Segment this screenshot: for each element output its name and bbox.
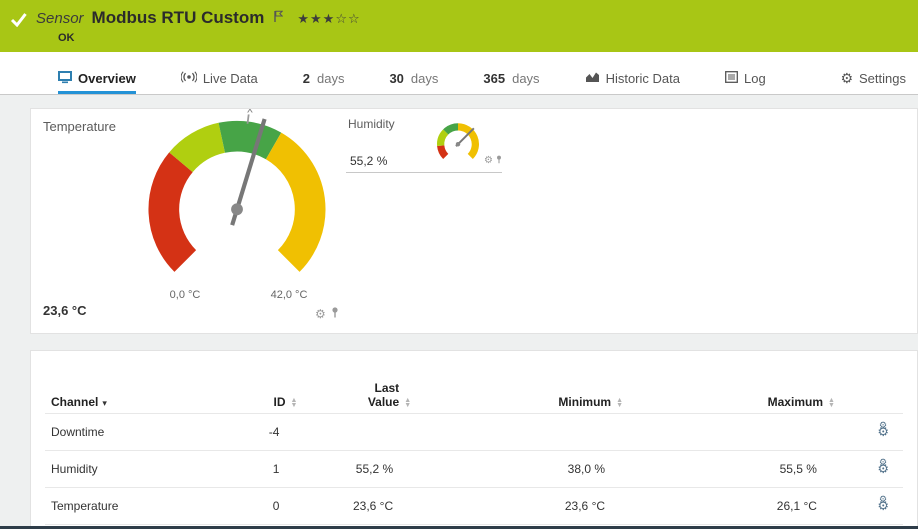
channel-last-value <box>303 413 418 451</box>
tab-label-number: 365 <box>483 71 506 86</box>
tab-live-data[interactable]: Live Data <box>180 52 258 94</box>
tab-label-word: days <box>512 71 540 86</box>
tab-label: Log <box>743 71 766 86</box>
channel-settings-icon[interactable]: ⚙ ⚙ <box>869 457 889 477</box>
column-header-actions <box>841 377 903 414</box>
table-row: Humidity 1 55,2 % 38,0 % 55,5 % ⚙ ⚙ <box>45 450 903 488</box>
flag-icon[interactable] <box>274 9 284 27</box>
channel-last-value: 23,6 °C <box>303 487 418 525</box>
tab-label-number: 30 <box>389 71 404 86</box>
temperature-gauge-settings-icon[interactable]: ⚙ <box>315 307 326 321</box>
column-header-id[interactable]: ID ▲ ▼ <box>221 377 304 414</box>
humidity-gauge-pin-icon[interactable] <box>496 151 502 169</box>
temperature-gauge-pin-icon[interactable] <box>331 307 339 321</box>
tab-label-word: days <box>410 71 439 86</box>
sort-caret-icon: ▾ <box>102 398 107 408</box>
tab-30-days[interactable]: 30 days <box>389 52 438 94</box>
sensor-header: Sensor Modbus RTU Custom ★★★☆☆ OK <box>0 0 918 52</box>
channel-last-value: 55,2 % <box>303 450 418 488</box>
tab-label-word: days <box>316 71 345 86</box>
table-row: Downtime -4 ⚙ ⚙ <box>45 413 903 451</box>
tab-label: Settings <box>859 71 906 86</box>
tab-2-days[interactable]: 2 days <box>303 52 345 94</box>
channel-id: 1 <box>220 450 304 488</box>
sensor-title: Modbus RTU Custom <box>91 8 265 27</box>
tab-bar: Overview Live Data 2 days 30 days 365 da… <box>0 52 918 95</box>
channel-minimum: 23,6 °C <box>417 487 630 525</box>
live-data-icon <box>180 71 198 86</box>
column-header-minimum[interactable]: Minimum ▲ ▼ <box>417 377 629 414</box>
table-header-row: Channel ▾ ID ▲ ▼ Last Value ▲ ▼ Minimum ▲ ▼ Max… <box>45 377 903 414</box>
humidity-mini-panel: Humidity 55,2 % ⚙ <box>346 117 502 173</box>
channel-settings-icon[interactable]: ⚙ ⚙ <box>869 420 889 440</box>
priority-stars[interactable]: ★★★☆☆ <box>297 11 360 27</box>
log-icon <box>725 71 738 86</box>
channel-name: Temperature <box>45 487 221 525</box>
column-header-channel[interactable]: Channel ▾ <box>45 377 221 414</box>
channel-id: -4 <box>220 413 304 451</box>
sensor-status: OK <box>58 32 75 44</box>
tab-label: Historic Data <box>605 71 680 86</box>
column-header-last-value[interactable]: Last Value ▲ ▼ <box>303 377 417 414</box>
tab-log[interactable]: Log <box>725 52 766 94</box>
channel-settings-icon[interactable]: ⚙ ⚙ <box>869 494 889 514</box>
historic-data-icon <box>585 71 600 86</box>
channel-maximum <box>629 413 841 451</box>
temperature-gauge: x̄ <box>148 108 326 272</box>
sensor-type-label: Sensor <box>36 10 84 27</box>
temperature-gauge-max: 42,0 °C <box>270 289 308 301</box>
sort-arrows-icon: ▲ ▼ <box>404 396 412 409</box>
channel-minimum <box>417 413 630 451</box>
table-row: Temperature 0 23,6 °C 23,6 °C 26,1 °C ⚙ ⚙ <box>45 487 903 525</box>
channel-maximum: 26,1 °C <box>629 487 841 525</box>
channel-name: Downtime <box>45 413 221 451</box>
tab-overview[interactable]: Overview <box>58 52 136 94</box>
temperature-gauge-min: 0,0 °C <box>169 289 201 301</box>
tab-label: Live Data <box>202 71 258 86</box>
sort-arrows-icon: ▲ ▼ <box>290 396 298 409</box>
tab-settings[interactable]: ⚙ Settings <box>840 52 906 94</box>
column-header-maximum[interactable]: Maximum ▲ ▼ <box>629 377 841 414</box>
sensor-header-text: Sensor Modbus RTU Custom ★★★☆☆ OK <box>36 8 361 44</box>
tab-label: Overview <box>78 71 136 86</box>
temperature-gauge-label: Temperature <box>43 119 116 134</box>
settings-gear-icon: ⚙ <box>840 70 854 86</box>
humidity-gauge-value: 55,2 % <box>350 154 388 168</box>
mean-marker-label: x̄ <box>247 108 253 116</box>
channel-minimum: 38,0 % <box>417 450 630 488</box>
tab-365-days[interactable]: 365 days <box>483 52 539 94</box>
channels-panel: Channel ▾ ID ▲ ▼ Last Value ▲ ▼ Minimum ▲ ▼ Max… <box>30 350 918 529</box>
tab-label-number: 2 <box>302 71 310 86</box>
tab-historic-data[interactable]: Historic Data <box>585 52 680 94</box>
channel-name: Humidity <box>45 450 221 488</box>
temperature-gauge-value: 23,6 °C <box>43 303 87 318</box>
humidity-gauge-settings-icon[interactable]: ⚙ <box>484 155 493 166</box>
humidity-gauge <box>437 123 479 160</box>
channel-id: 0 <box>220 487 304 525</box>
sort-arrows-icon: ▲ ▼ <box>616 396 624 409</box>
channel-maximum: 55,5 % <box>629 450 841 488</box>
sort-arrows-icon: ▲ ▼ <box>828 396 835 409</box>
gauges-panel: Temperature x̄ 0,0 °C 42,0 °C 23,6 °C ⚙ … <box>30 108 918 334</box>
overview-icon <box>58 70 72 87</box>
status-ok-check-icon <box>10 12 27 32</box>
channels-table: Channel ▾ ID ▲ ▼ Last Value ▲ ▼ Minimum ▲ ▼ Max… <box>45 377 903 525</box>
humidity-gauge-label: Humidity <box>348 117 395 131</box>
